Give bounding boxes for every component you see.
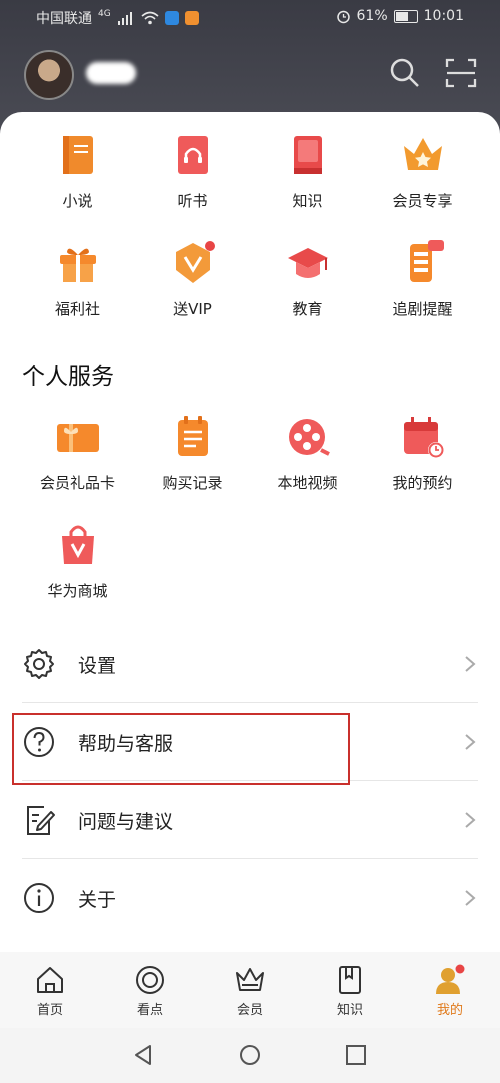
entry-member-exclusive[interactable]: 会员专享 [365,112,480,220]
recents-square-icon[interactable] [345,1044,367,1066]
calendar-icon [403,417,444,458]
crown-outline-icon [236,968,264,991]
service-label: 华为商城 [47,582,108,600]
chevron-right-icon [465,656,476,672]
gear-icon [24,649,54,679]
gift-icon [59,248,96,282]
chevron-right-icon [465,734,476,750]
film-reel-icon [288,419,330,456]
phone-reminder-icon [409,240,444,282]
play-app-icon [184,11,199,25]
tab-member[interactable]: 会员 [200,952,300,1028]
system-nav-bar [0,1028,500,1083]
feedback-edit-icon [27,806,55,835]
chevron-right-icon [465,812,476,828]
bottom-tab-bar: 首页 看点 会员 知识 我的 [0,952,500,1028]
personal-services-grid: 会员礼品卡 购买记录 本地视频 我的预约 华为商城 [0,394,500,610]
service-local-video[interactable]: 本地视频 [250,394,365,502]
entry-novel[interactable]: 小说 [20,112,135,220]
entry-label: 追剧提醒 [392,300,453,318]
clock: 10:01 [423,8,464,24]
signal-icon [117,12,132,25]
service-gift-card[interactable]: 会员礼品卡 [20,394,135,502]
quick-entry-grid: 小说 听书 知识 会员专享 福利社 送VIP 教育 追剧提醒 [0,112,500,328]
menu-item-about[interactable]: 关于 [0,859,500,937]
graduation-cap-icon [287,248,328,278]
book-outline-icon [339,966,361,994]
tab-knowledge[interactable]: 知识 [300,952,400,1028]
entry-label: 知识 [292,192,323,210]
purchase-record-icon [177,416,208,456]
entry-show-reminder[interactable]: 追剧提醒 [365,220,480,328]
section-title-personal-services: 个人服务 [22,364,114,390]
network-type: 4G [98,9,111,19]
tab-label: 看点 [136,1003,163,1018]
entry-label: 教育 [292,300,323,318]
entry-label: 听书 [177,192,208,210]
service-label: 会员礼品卡 [39,474,115,492]
menu-item-label: 设置 [78,654,117,677]
shield-app-icon [164,11,179,25]
tab-label: 会员 [236,1003,263,1018]
search-icon[interactable] [388,56,422,90]
crown-icon [403,138,442,170]
info-circle-icon [24,883,54,913]
headphone-book-icon [177,136,208,174]
back-triangle-icon[interactable] [132,1044,154,1066]
entry-audiobook[interactable]: 听书 [135,112,250,220]
service-label: 本地视频 [277,474,338,492]
entry-welfare[interactable]: 福利社 [20,220,135,328]
status-bar: 中国联通 4G 61% 10:01 [0,0,500,34]
menu-item-label: 关于 [78,888,117,911]
battery-icon [393,9,418,23]
discover-icon [136,966,164,994]
tab-label: 我的 [436,1003,463,1018]
service-label: 我的预约 [392,474,453,492]
entry-label: 会员专享 [392,192,453,210]
service-purchase-record[interactable]: 购买记录 [135,394,250,502]
entry-gift-vip[interactable]: 送VIP [135,220,250,328]
home-icon [37,967,63,993]
menu-item-feedback[interactable]: 问题与建议 [0,781,500,859]
tab-label: 首页 [36,1003,63,1018]
entry-label: 小说 [62,192,93,210]
wifi-icon [141,11,159,25]
chevron-right-icon [465,890,476,906]
tab-label: 知识 [336,1003,363,1018]
shopping-bag-icon [61,525,94,564]
book-icon [62,136,93,174]
service-my-reservations[interactable]: 我的预约 [365,394,480,502]
tab-mine[interactable]: 我的 [400,952,500,1028]
service-huawei-mall[interactable]: 华为商城 [20,502,135,610]
scan-icon[interactable] [444,56,478,90]
red-book-icon [293,136,322,174]
service-label: 购买记录 [162,474,223,492]
profile-icon [436,964,465,994]
home-circle-icon[interactable] [239,1044,261,1066]
entry-knowledge[interactable]: 知识 [250,112,365,220]
carrier-name: 中国联通 [36,11,92,27]
entry-label: 送VIP [173,300,212,318]
entry-education[interactable]: 教育 [250,220,365,328]
menu-item-label: 问题与建议 [78,810,174,833]
username-redacted[interactable] [86,62,136,84]
menu-item-settings[interactable]: 设置 [0,625,500,703]
gift-card-icon [56,424,99,452]
tab-home[interactable]: 首页 [0,952,100,1028]
entry-label: 福利社 [54,300,100,318]
vip-badge-icon [175,241,215,283]
tab-discover[interactable]: 看点 [100,952,200,1028]
avatar[interactable] [24,50,74,100]
highlight-box [12,713,350,785]
alarm-icon [336,10,350,23]
battery-level: 61% [356,8,388,24]
